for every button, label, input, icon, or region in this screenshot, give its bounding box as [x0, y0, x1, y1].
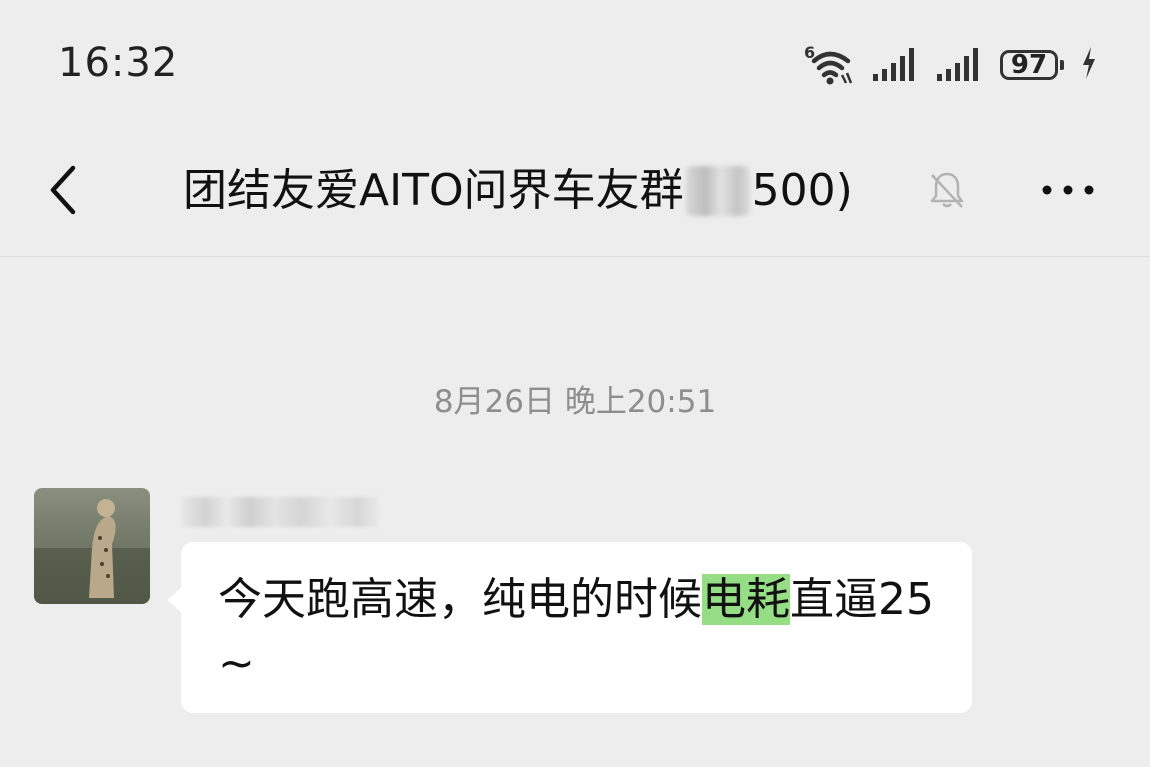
back-button[interactable] — [40, 160, 90, 220]
wifi-icon: 6 — [804, 43, 856, 87]
chat-header: 团结友爱AITO问界车友群 500) — [0, 130, 1150, 255]
message-text: 今天跑高速，纯电的时候 — [218, 574, 702, 625]
status-time: 16:32 — [58, 40, 179, 86]
avatar[interactable] — [34, 488, 150, 604]
more-icon — [1042, 185, 1094, 195]
redacted-blur — [685, 166, 750, 216]
more-button[interactable] — [1040, 170, 1096, 210]
battery-level: 97 — [1000, 50, 1058, 80]
header-divider — [0, 256, 1150, 257]
battery-icon: 97 — [1000, 50, 1064, 80]
chat-title-suffix: 500) — [751, 165, 853, 216]
wifi-badge: 6 — [804, 43, 816, 62]
message-bubble[interactable]: 今天跑高速，纯电的时候电耗直逼25 ~ — [181, 542, 972, 713]
signal-icon — [872, 43, 920, 87]
sender-name-redacted — [182, 497, 382, 527]
status-icons: 6 97 — [804, 40, 1098, 90]
signal-icon — [936, 43, 984, 87]
chat-title-prefix: 团结友爱AITO问界车友群 — [183, 165, 684, 216]
back-icon — [50, 165, 76, 215]
battery-tip — [1060, 60, 1064, 70]
bubble-arrow — [167, 587, 182, 613]
mute-bell-icon — [925, 168, 969, 212]
chat-title: 团结友爱AITO问界车友群 500) — [183, 160, 853, 222]
charging-icon — [1080, 46, 1098, 84]
message-timestamp: 8月26日 晚上20:51 — [433, 384, 717, 420]
status-bar: 16:32 6 97 — [0, 0, 1150, 130]
message-highlight: 电耗 — [702, 574, 790, 625]
